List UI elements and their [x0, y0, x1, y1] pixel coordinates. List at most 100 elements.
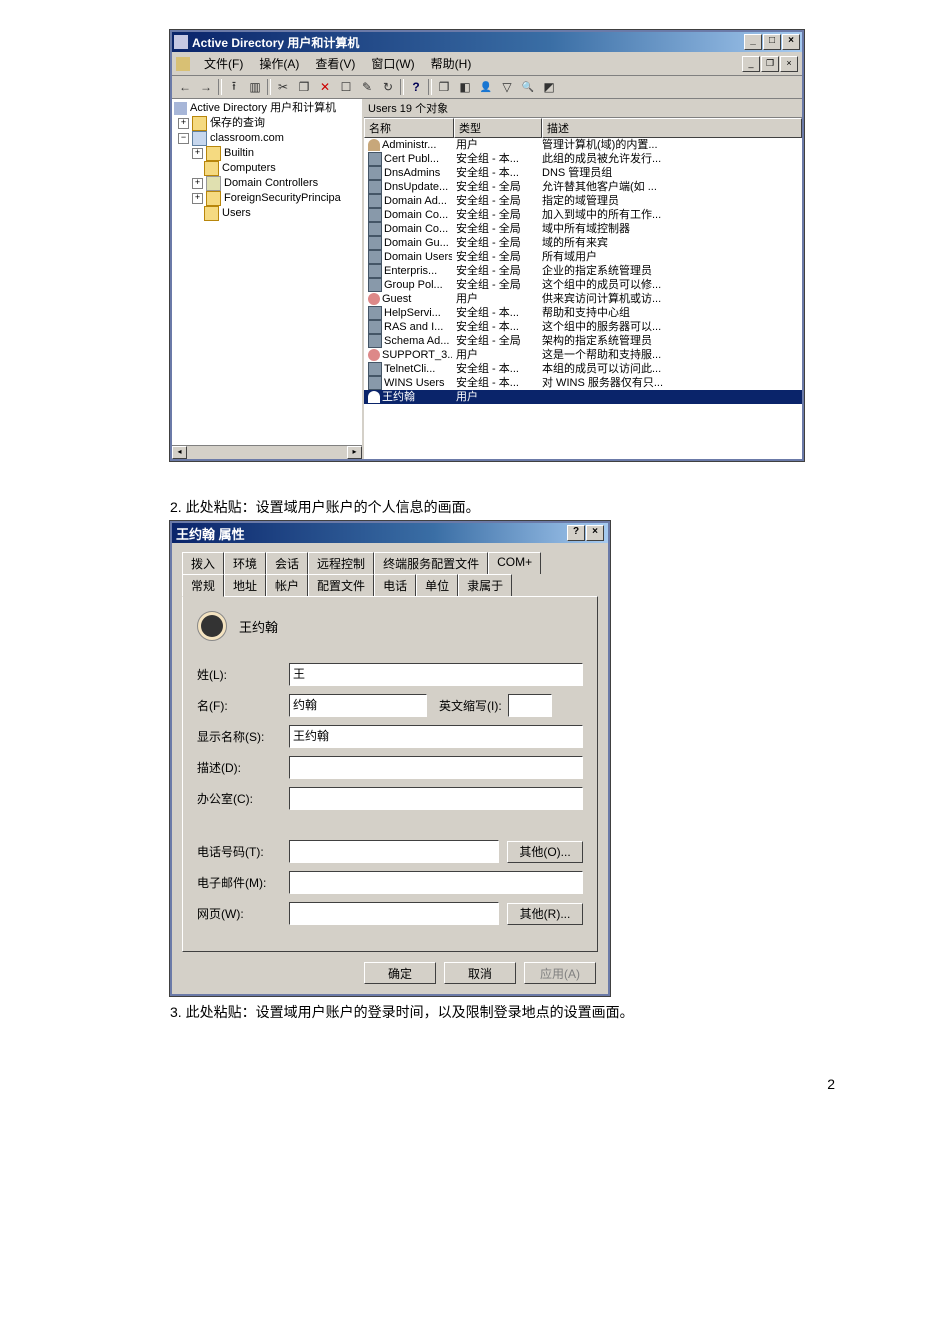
display-name-input[interactable]: 王约翰: [289, 725, 583, 748]
close-button[interactable]: ×: [782, 34, 800, 50]
first-name-input[interactable]: 约翰: [289, 694, 427, 717]
tree-users[interactable]: Users: [174, 206, 360, 221]
expander-icon[interactable]: +: [192, 178, 203, 189]
menu-view[interactable]: 查看(V): [307, 54, 363, 73]
list-row[interactable]: 王约翰用户: [364, 390, 802, 404]
tree-domain-controllers[interactable]: + Domain Controllers: [174, 176, 360, 191]
show-tree-icon[interactable]: [246, 78, 264, 96]
up-icon[interactable]: [225, 78, 243, 96]
ok-button[interactable]: 确定: [364, 962, 436, 984]
window-titlebar[interactable]: Active Directory 用户和计算机 _ □ ×: [172, 32, 802, 52]
refresh-icon[interactable]: [379, 78, 397, 96]
filter-icon[interactable]: [498, 78, 516, 96]
initials-input[interactable]: [508, 694, 552, 717]
list-row[interactable]: Domain Gu...安全组 - 全局域的所有来宾: [364, 236, 802, 250]
back-icon[interactable]: [176, 78, 194, 96]
tab-远程控制[interactable]: 远程控制: [308, 552, 374, 574]
mdi-restore-button[interactable]: ❐: [761, 56, 779, 72]
tab-帐户[interactable]: 帐户: [266, 574, 308, 597]
list-row[interactable]: SUPPORT_3...用户这是一个帮助和支持服...: [364, 348, 802, 362]
list-row[interactable]: Domain Co...安全组 - 全局域中所有域控制器: [364, 222, 802, 236]
expander-icon[interactable]: +: [178, 118, 189, 129]
help-icon[interactable]: [407, 78, 425, 96]
list-row[interactable]: RAS and I...安全组 - 本...这个组中的服务器可以...: [364, 320, 802, 334]
tree-fsp[interactable]: + ForeignSecurityPrincipa: [174, 191, 360, 206]
office-input[interactable]: [289, 787, 583, 810]
list-row[interactable]: Cert Publ...安全组 - 本...此组的成员被允许发行...: [364, 152, 802, 166]
notes-icon[interactable]: [358, 78, 376, 96]
phone-other-button[interactable]: 其他(O)...: [507, 841, 583, 863]
list-row[interactable]: Guest用户供来宾访问计算机或访...: [364, 292, 802, 306]
tab-会话[interactable]: 会话: [266, 552, 308, 574]
find-icon[interactable]: [519, 78, 537, 96]
minimize-button[interactable]: _: [744, 34, 762, 50]
email-input[interactable]: [289, 871, 583, 894]
help-button[interactable]: ?: [567, 525, 585, 541]
tab-COM+[interactable]: COM+: [488, 552, 541, 574]
list-pane[interactable]: Users 19 个对象 名称 类型 描述 Administr...用户管理计算…: [364, 99, 802, 459]
expander-icon[interactable]: +: [192, 193, 203, 204]
delete-icon[interactable]: [316, 78, 334, 96]
apply-button[interactable]: 应用(A): [524, 962, 596, 984]
list-row[interactable]: WINS Users安全组 - 本...对 WINS 服务器仅有只...: [364, 376, 802, 390]
tree-pane[interactable]: Active Directory 用户和计算机 + 保存的查询 − classr…: [172, 99, 364, 459]
tab-地址[interactable]: 地址: [224, 574, 266, 597]
tree-builtin[interactable]: + Builtin: [174, 146, 360, 161]
folder1-icon[interactable]: [435, 78, 453, 96]
tree-computers[interactable]: Computers: [174, 161, 360, 176]
row-desc: 加入到域中的所有工作...: [538, 208, 802, 222]
mdi-close-button[interactable]: ×: [780, 56, 798, 72]
tree-domain[interactable]: − classroom.com: [174, 131, 360, 146]
tab-拨入[interactable]: 拨入: [182, 552, 224, 574]
tab-终端服务配置文件[interactable]: 终端服务配置文件: [374, 552, 488, 574]
tab-隶属于[interactable]: 隶属于: [458, 574, 512, 597]
tree-root[interactable]: Active Directory 用户和计算机: [174, 101, 360, 116]
mdi-minimize-button[interactable]: _: [742, 56, 760, 72]
close-button[interactable]: ×: [586, 525, 604, 541]
expander-icon[interactable]: −: [178, 133, 189, 144]
list-row[interactable]: Group Pol...安全组 - 全局这个组中的成员可以修...: [364, 278, 802, 292]
properties-icon[interactable]: [337, 78, 355, 96]
copy-icon[interactable]: [295, 78, 313, 96]
expander-icon[interactable]: +: [192, 148, 203, 159]
new-user-icon[interactable]: [477, 78, 495, 96]
folder2-icon[interactable]: [456, 78, 474, 96]
tab-电话[interactable]: 电话: [374, 574, 416, 597]
scroll-left-icon[interactable]: ◂: [172, 446, 187, 459]
menu-help[interactable]: 帮助(H): [423, 54, 480, 73]
cancel-button[interactable]: 取消: [444, 962, 516, 984]
list-row[interactable]: HelpServi...安全组 - 本...帮助和支持中心组: [364, 306, 802, 320]
phone-input[interactable]: [289, 840, 499, 863]
description-input[interactable]: [289, 756, 583, 779]
tab-单位[interactable]: 单位: [416, 574, 458, 597]
col-type[interactable]: 类型: [454, 118, 542, 138]
tree-horizontal-scrollbar[interactable]: ◂ ▸: [172, 445, 362, 459]
list-row[interactable]: DnsUpdate...安全组 - 全局允许替其他客户端(如 ...: [364, 180, 802, 194]
list-row[interactable]: Enterpris...安全组 - 全局企业的指定系统管理员: [364, 264, 802, 278]
col-desc[interactable]: 描述: [542, 118, 802, 138]
menu-action[interactable]: 操作(A): [251, 54, 307, 73]
col-name[interactable]: 名称: [364, 118, 454, 138]
list-row[interactable]: Schema Ad...安全组 - 全局架构的指定系统管理员: [364, 334, 802, 348]
list-row[interactable]: Domain Users安全组 - 全局所有域用户: [364, 250, 802, 264]
tab-配置文件[interactable]: 配置文件: [308, 574, 374, 597]
misc-icon[interactable]: [540, 78, 558, 96]
list-row[interactable]: Administr...用户管理计算机(域)的内置...: [364, 138, 802, 152]
list-row[interactable]: Domain Co...安全组 - 全局加入到域中的所有工作...: [364, 208, 802, 222]
last-name-input[interactable]: 王: [289, 663, 583, 686]
maximize-button[interactable]: □: [763, 34, 781, 50]
list-row[interactable]: TelnetCli...安全组 - 本...本组的成员可以访问此...: [364, 362, 802, 376]
menu-file[interactable]: 文件(F): [196, 54, 251, 73]
list-row[interactable]: Domain Ad...安全组 - 全局指定的域管理员: [364, 194, 802, 208]
dialog-titlebar[interactable]: 王约翰 属性 ? ×: [172, 523, 608, 543]
cut-icon[interactable]: [274, 78, 292, 96]
menu-window[interactable]: 窗口(W): [363, 54, 422, 73]
web-other-button[interactable]: 其他(R)...: [507, 903, 583, 925]
web-input[interactable]: [289, 902, 499, 925]
tab-环境[interactable]: 环境: [224, 552, 266, 574]
tab-常规[interactable]: 常规: [182, 574, 224, 597]
tree-saved-queries[interactable]: + 保存的查询: [174, 116, 360, 131]
forward-icon[interactable]: [197, 78, 215, 96]
list-row[interactable]: DnsAdmins安全组 - 本...DNS 管理员组: [364, 166, 802, 180]
scroll-right-icon[interactable]: ▸: [347, 446, 362, 459]
